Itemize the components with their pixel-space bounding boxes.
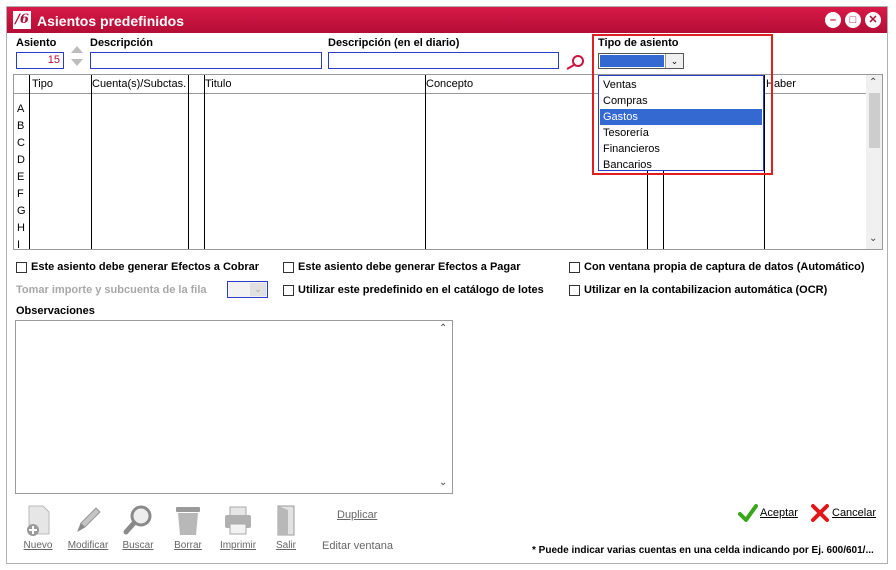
chevron-up-icon[interactable]: ⌃: [439, 323, 447, 334]
pencil-icon: [71, 503, 105, 537]
buscar-label: Buscar: [122, 540, 154, 551]
duplicar-button[interactable]: Duplicar: [337, 509, 377, 521]
nuevo-label: Nuevo: [23, 540, 53, 551]
app-logo: /6: [13, 11, 31, 29]
observaciones-scrollbar[interactable]: ⌃ ⌄: [436, 321, 452, 493]
close-icon[interactable]: ✕: [865, 12, 881, 28]
imprimir-button[interactable]: Imprimir: [215, 503, 261, 551]
borrar-button[interactable]: Borrar: [165, 503, 211, 551]
ocr-label: Utilizar en la contabilizacion automátic…: [584, 284, 828, 296]
column-divider: [188, 75, 189, 249]
pagar-checkbox[interactable]: [283, 262, 294, 273]
modificar-button[interactable]: Modificar: [65, 503, 111, 551]
scrollbar-thumb[interactable]: [869, 93, 880, 148]
asiento-input[interactable]: 15: [16, 52, 64, 69]
column-divider: [29, 75, 30, 249]
column-header: Cuenta(s)/Subctas.: [92, 78, 187, 90]
pagar-label: Este asiento debe generar Efectos a Paga…: [298, 261, 521, 273]
cobrar-checkbox[interactable]: [16, 262, 27, 273]
trash-icon: [171, 503, 205, 537]
imprimir-label: Imprimir: [219, 540, 257, 551]
main-window: /6 Asientos predefinidos – □ ✕ Asiento 1…: [6, 6, 888, 564]
title-bar: /6 Asientos predefinidos – □ ✕: [7, 7, 887, 33]
row-label: H: [17, 222, 25, 234]
grid-scrollbar[interactable]: ⌃ ⌄: [866, 75, 882, 249]
lotes-checkbox[interactable]: [283, 285, 294, 296]
search-icon[interactable]: [563, 53, 587, 71]
asiento-label: Asiento: [16, 37, 57, 49]
row-label: C: [17, 137, 25, 149]
row-label: F: [17, 188, 24, 200]
borrar-label: Borrar: [174, 540, 202, 551]
row-label: E: [17, 171, 25, 183]
column-header: Tipo: [32, 78, 53, 90]
tomar-label: Tomar importe y subcuenta de la fila: [16, 284, 207, 296]
chevron-down-icon[interactable]: ⌄: [250, 283, 266, 296]
column-header: Titulo: [205, 78, 232, 90]
aceptar-label: Aceptar: [760, 507, 798, 519]
cancelar-label: Cancelar: [832, 507, 877, 519]
ventana-checkbox[interactable]: [569, 262, 580, 273]
minimize-icon[interactable]: –: [825, 12, 841, 28]
descripcion-diario-label: Descripción (en el diario): [328, 37, 460, 49]
window-title: Asientos predefinidos: [37, 13, 185, 29]
checkmark-icon: [738, 504, 758, 522]
lotes-label: Utilizar este predefinido en el catálogo…: [298, 284, 544, 296]
descripcion-label: Descripción: [90, 37, 153, 49]
chevron-down-icon[interactable]: ⌄: [869, 233, 877, 244]
row-label: I: [17, 239, 21, 251]
salir-button[interactable]: Salir: [263, 503, 309, 551]
modificar-label: Modificar: [67, 540, 109, 551]
row-label: D: [17, 154, 25, 166]
door-icon: [269, 503, 303, 537]
magnifier-icon: [121, 503, 155, 537]
column-header: Concepto: [426, 78, 474, 90]
observaciones-label: Observaciones: [16, 305, 95, 317]
observaciones-textarea[interactable]: ⌃ ⌄: [15, 320, 453, 494]
cobrar-label: Este asiento debe generar Efectos a Cobr…: [31, 261, 260, 273]
row-label: G: [17, 205, 26, 217]
footnote: * Puede indicar varias cuentas en una ce…: [532, 545, 874, 556]
ventana-label: Con ventana propia de captura de datos (…: [584, 261, 865, 273]
column-divider: [204, 75, 205, 249]
highlight-box: [592, 34, 773, 175]
maximize-icon[interactable]: □: [845, 12, 861, 28]
chevron-down-icon[interactable]: ⌄: [439, 477, 447, 488]
row-label: B: [17, 120, 25, 132]
descripcion-input[interactable]: [90, 52, 322, 69]
nuevo-button[interactable]: Nuevo: [15, 503, 61, 551]
tomar-select[interactable]: ⌄: [227, 281, 268, 298]
row-label: A: [17, 103, 25, 115]
salir-label: Salir: [275, 540, 296, 551]
column-divider: [91, 75, 92, 249]
editar-ventana-button[interactable]: Editar ventana: [322, 540, 393, 552]
ocr-checkbox[interactable]: [569, 285, 580, 296]
buscar-button[interactable]: Buscar: [115, 503, 161, 551]
new-document-icon: [21, 503, 55, 537]
cross-icon: [811, 504, 829, 522]
descripcion-diario-input[interactable]: [328, 52, 559, 69]
printer-icon: [221, 503, 255, 537]
chevron-up-icon[interactable]: ⌃: [869, 77, 877, 88]
column-divider: [425, 75, 426, 249]
asiento-stepper[interactable]: [69, 41, 85, 71]
